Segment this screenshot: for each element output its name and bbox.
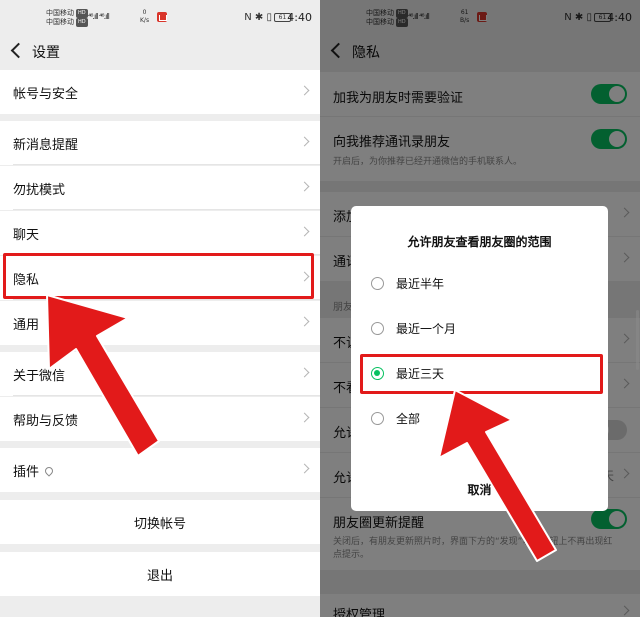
red-arrow-annotation (438, 389, 557, 562)
settings-screen: 中国移动 HD 中国移动 HD ⁴⁶.ıll ⁴⁶.ıll 0 K/s N ✱ ▯ … (0, 0, 320, 617)
red-arrow-annotation (46, 294, 160, 457)
privacy-screen: 中国移动HD 中国移动HD ⁴⁶.ıll ⁴⁶.ıll 61 B/s N ✱ ▯… (320, 0, 640, 617)
